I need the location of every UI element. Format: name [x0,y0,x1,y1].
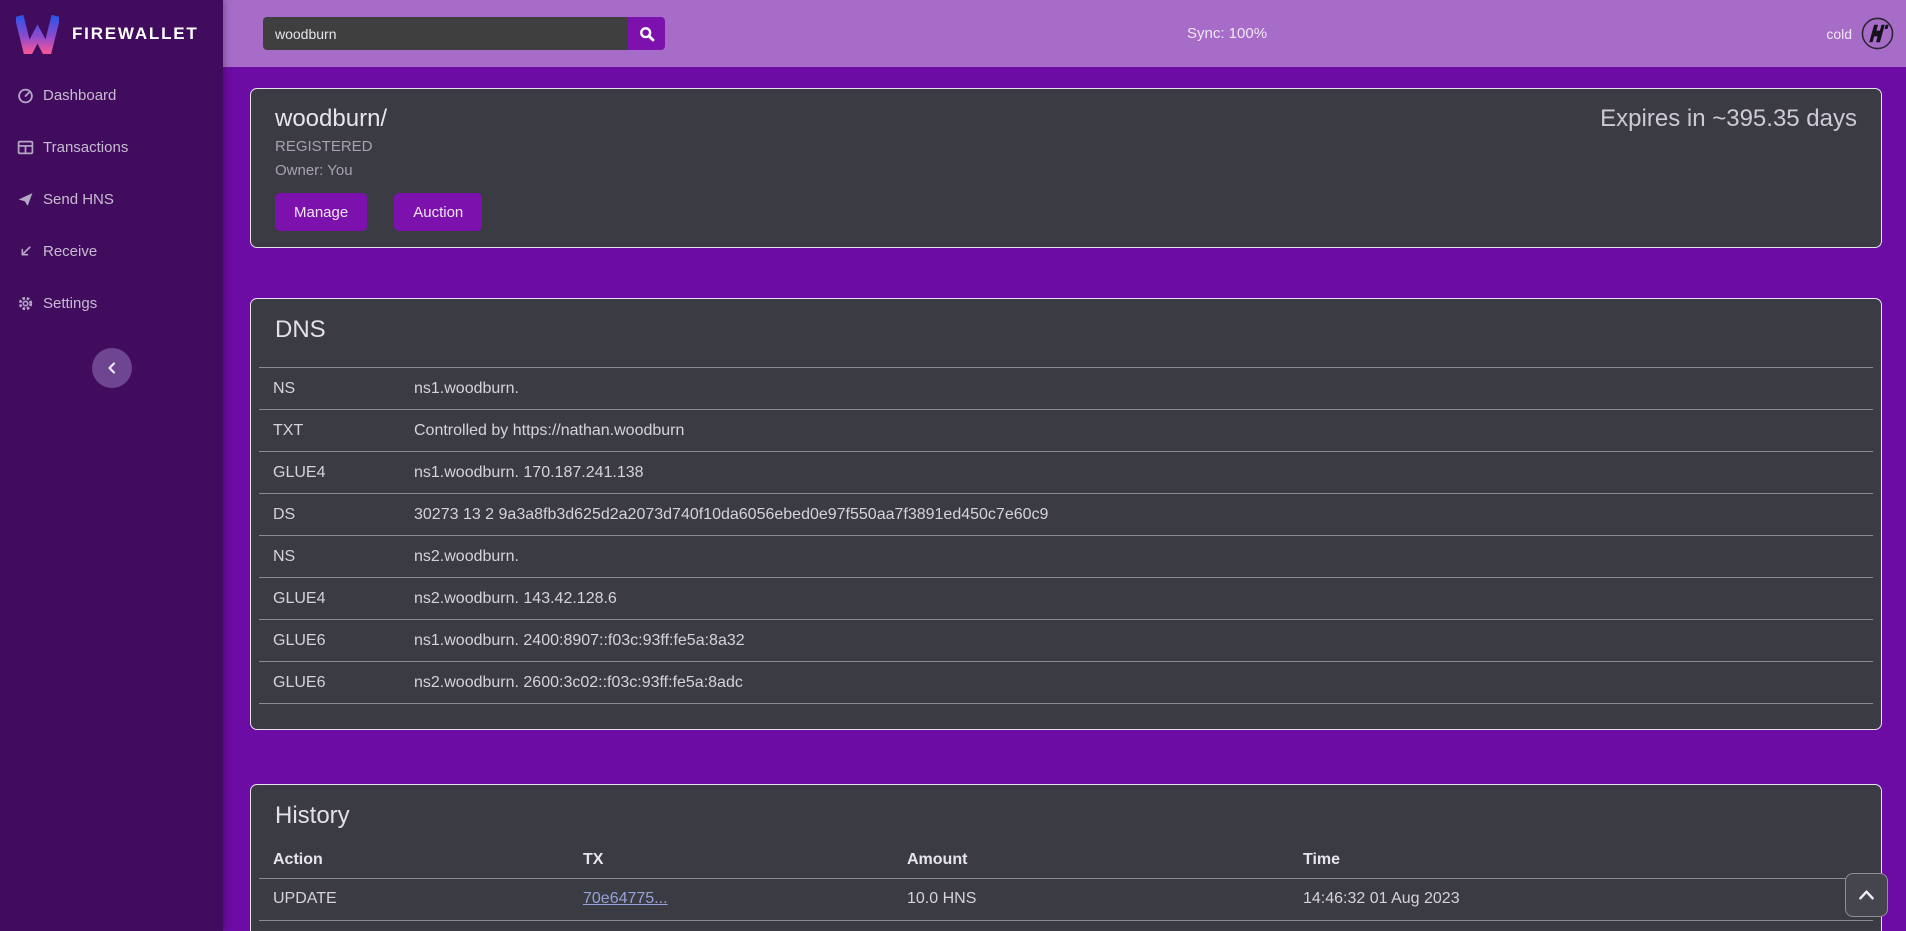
dns-record-row: DS30273 13 2 9a3a8fb3d625d2a2073d740f10d… [259,494,1873,536]
gear-icon [17,295,34,312]
history-col-time: Time [1289,843,1873,878]
domain-actions: Manage Auction [275,193,1857,231]
chevron-up-icon [1858,889,1875,901]
dns-record-row: GLUE4ns2.woodburn. 143.42.128.6 [259,578,1873,620]
dns-table: NSns1.woodburn.TXTControlled by https://… [259,367,1873,704]
dns-table-body: NSns1.woodburn.TXTControlled by https://… [259,368,1873,704]
tx-link[interactable]: 70e64775... [583,890,668,907]
sidebar: FIREWALLET Dashboard Transactions Send H… [0,0,223,931]
dns-record-row: NSns1.woodburn. [259,368,1873,410]
dns-record-value: ns2.woodburn. [400,536,1873,578]
sidebar-nav: Dashboard Transactions Send HNS Receive … [0,67,223,329]
dns-title: DNS [251,299,1881,345]
dns-card: DNS NSns1.woodburn.TXTControlled by http… [250,298,1882,730]
wallet-name: cold [1826,26,1852,42]
history-time: 14:46:32 01 Aug 2023 [1289,878,1873,920]
sync-status: Sync: 100% [1187,0,1267,67]
send-icon [17,191,34,208]
history-header-row: Action TX Amount Time [259,843,1873,878]
history-title: History [251,785,1881,831]
sidebar-item-settings[interactable]: Settings [0,277,223,329]
topbar: Sync: 100% cold [223,0,1906,67]
dns-record-value: ns1.woodburn. 2400:8907::f03c:93ff:fe5a:… [400,620,1873,662]
history-card: History Action TX Amount Time UPDATE 70e6… [250,784,1882,931]
auction-button[interactable]: Auction [394,193,482,231]
dashboard-icon [17,87,34,104]
domain-card: woodburn/ REGISTERED Owner: You Manage A… [250,88,1882,248]
dns-record-type: GLUE6 [259,620,400,662]
dns-record-value: ns2.woodburn. 2600:3c02::f03c:93ff:fe5a:… [400,662,1873,704]
brand-name: FIREWALLET [72,24,199,44]
history-table-body: UPDATE 70e64775... 10.0 HNS14:46:32 01 Aug… [259,878,1873,931]
dns-record-row: GLUE4ns1.woodburn. 170.187.241.138 [259,452,1873,494]
history-row: RENEWd79c5c1...10.0 HNS15:47:06 07 Feb 2… [259,920,1873,931]
dns-record-row: NSns2.woodburn. [259,536,1873,578]
sidebar-item-label: Dashboard [43,87,116,104]
sidebar-item-transactions[interactable]: Transactions [0,121,223,173]
handshake-logo-icon [1861,17,1894,50]
search-bar [263,17,665,50]
brand[interactable]: FIREWALLET [0,0,223,67]
dns-record-type: GLUE4 [259,452,400,494]
receive-icon [17,243,34,260]
history-table: Action TX Amount Time UPDATE 70e64775... 1… [259,843,1873,931]
domain-status: REGISTERED [275,137,1857,157]
dns-record-type: NS [259,536,400,578]
sidebar-item-label: Transactions [43,139,128,156]
history-amount: 10.0 HNS [893,920,1289,931]
expires-label: Expires in ~395.35 days [1600,105,1857,133]
dns-record-value: ns1.woodburn. [400,368,1873,410]
dns-record-type: GLUE6 [259,662,400,704]
dns-record-row: TXTControlled by https://nathan.woodburn [259,410,1873,452]
history-col-amount: Amount [893,843,1289,878]
dns-record-type: NS [259,368,400,410]
domain-owner: Owner: You [275,161,1857,181]
firewallet-logo-icon [16,14,59,54]
dns-record-type: TXT [259,410,400,452]
search-input[interactable] [263,17,628,50]
sidebar-item-receive[interactable]: Receive [0,225,223,277]
search-button[interactable] [628,17,665,50]
history-action: RENEW [259,920,569,931]
sidebar-item-label: Send HNS [43,191,114,208]
scroll-to-top-button[interactable] [1845,873,1888,917]
dns-record-value: ns2.woodburn. 143.42.128.6 [400,578,1873,620]
sidebar-item-label: Receive [43,243,97,260]
chevron-left-icon [104,360,120,376]
dns-record-type: GLUE4 [259,578,400,620]
history-row: UPDATE 70e64775... 10.0 HNS14:46:32 01 Aug… [259,878,1873,920]
history-col-action: Action [259,843,569,878]
dns-record-row: GLUE6ns2.woodburn. 2600:3c02::f03c:93ff:… [259,662,1873,704]
dns-record-value: 30273 13 2 9a3a8fb3d625d2a2073d740f10da6… [400,494,1873,536]
dns-record-value: Controlled by https://nathan.woodburn [400,410,1873,452]
dns-record-type: DS [259,494,400,536]
history-time: 15:47:06 07 Feb 2023 [1289,920,1873,931]
history-amount: 10.0 HNS [893,878,1289,920]
sidebar-item-send-hns[interactable]: Send HNS [0,173,223,225]
history-col-tx: TX [569,843,893,878]
dns-record-row: GLUE6ns1.woodburn. 2400:8907::f03c:93ff:… [259,620,1873,662]
wallet-switcher[interactable]: cold [1826,0,1894,67]
search-icon [639,26,655,42]
main-content: woodburn/ REGISTERED Owner: You Manage A… [223,67,1906,931]
dns-record-value: ns1.woodburn. 170.187.241.138 [400,452,1873,494]
sidebar-item-label: Settings [43,295,97,312]
history-action: UPDATE [259,878,569,920]
manage-button[interactable]: Manage [275,193,367,231]
table-icon [17,139,34,156]
sidebar-collapse-button[interactable] [92,348,132,388]
sidebar-item-dashboard[interactable]: Dashboard [0,69,223,121]
